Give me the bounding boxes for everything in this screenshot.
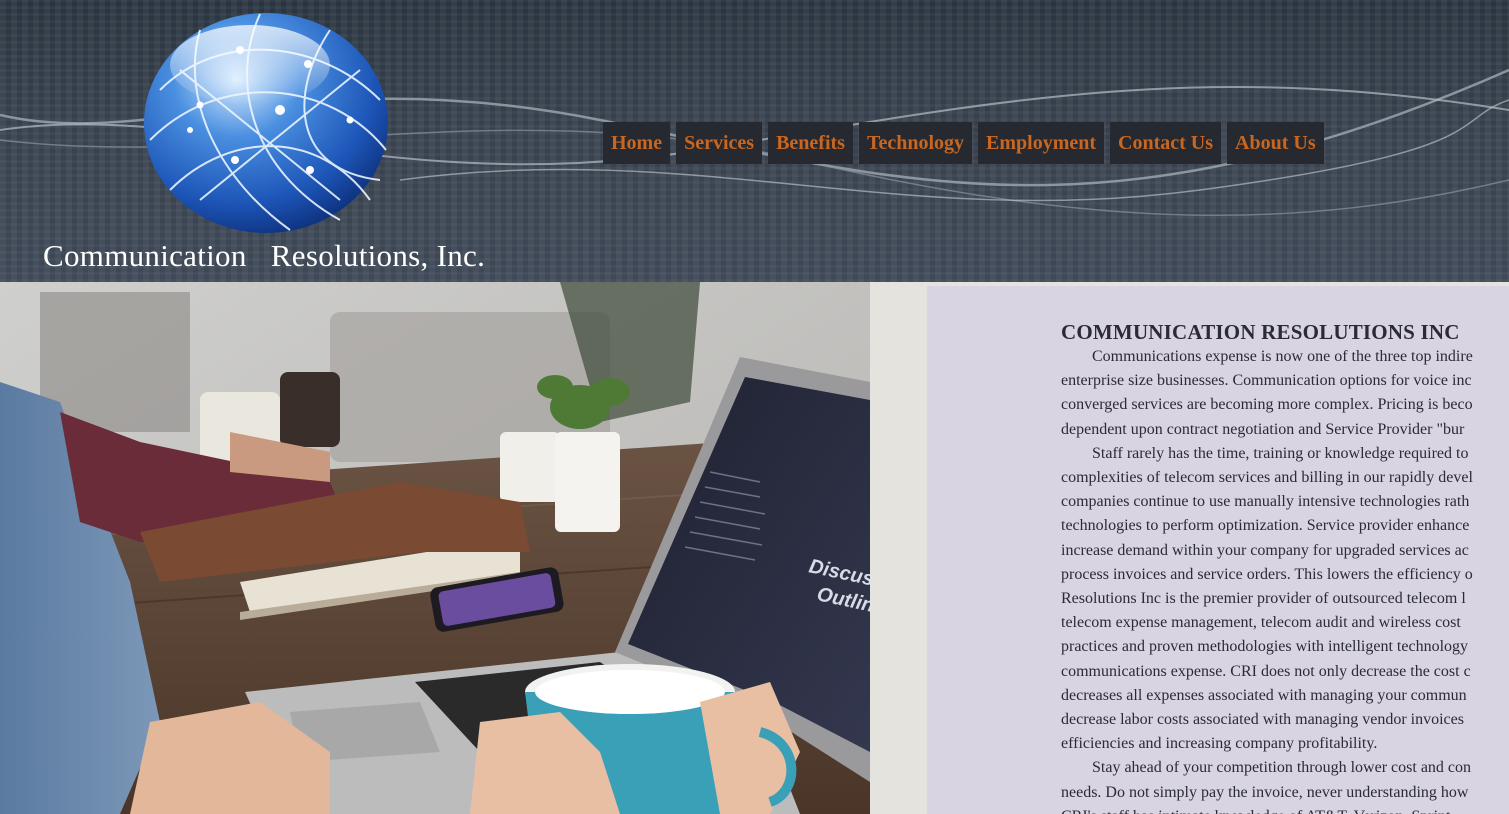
site-header: Communication Resolutions, Inc. Home Ser…	[0, 0, 1509, 282]
nav-item-about-us[interactable]: About Us	[1227, 122, 1324, 164]
paragraph-line: practices and proven methodologies with …	[1061, 638, 1469, 656]
nav-item-services[interactable]: Services	[676, 122, 763, 164]
paragraph-line: efficiencies and increasing company prof…	[1061, 735, 1378, 753]
content-gutter	[870, 282, 927, 814]
intro-heading: COMMUNICATION RESOLUTIONS INC	[1061, 320, 1460, 344]
nav-item-benefits[interactable]: Benefits	[768, 122, 853, 164]
paragraph-line: decreases all expenses associated with m…	[1061, 686, 1467, 704]
meeting-photo: Discussion Outline	[0, 282, 870, 814]
paragraph-line: decrease labor costs associated with man…	[1061, 711, 1464, 729]
paragraph-line: converged services are becoming more com…	[1061, 396, 1473, 414]
main-nav: Home Services Benefits Technology Employ…	[603, 122, 1330, 164]
company-name: Communication Resolutions, Inc.	[43, 238, 486, 273]
paragraph-line: CRI's staff has intimate knowledge of AT…	[1061, 805, 1509, 814]
meeting-photo-illustration: Discussion Outline	[0, 282, 870, 814]
paragraph-line: telecom expense management, telecom audi…	[1061, 614, 1461, 632]
paragraph-line: communications expense. CRI does not onl…	[1061, 662, 1471, 680]
paragraph-line: increase demand within your company for …	[1061, 541, 1469, 559]
paragraph-line: needs. Do not simply pay the invoice, ne…	[1061, 783, 1469, 801]
nav-item-technology[interactable]: Technology	[858, 122, 973, 164]
paragraph-line: dependent upon contract negotiation and …	[1061, 420, 1465, 438]
paragraph-line: Resolutions Inc is the premier provider …	[1061, 590, 1466, 608]
nav-item-contact-us[interactable]: Contact Us	[1110, 122, 1222, 164]
paragraph-line: Staff rarely has the time, training or k…	[1092, 444, 1469, 462]
paragraph-line: enterprise size businesses. Communicatio…	[1061, 372, 1472, 390]
paragraph-line: Stay ahead of your competition through l…	[1092, 759, 1472, 777]
paragraph-line: technologies to perform optimization. Se…	[1061, 517, 1470, 535]
paragraph-line: companies continue to use manually inten…	[1061, 493, 1470, 511]
paragraph-line: process invoices and service orders. Thi…	[1061, 565, 1473, 583]
globe-logo-icon	[144, 13, 388, 233]
paragraph-line: Communications expense is now one of the…	[1092, 348, 1473, 365]
nav-item-employment[interactable]: Employment	[978, 122, 1105, 164]
paragraph-line: complexities of telecom services and bil…	[1061, 469, 1473, 487]
intro-panel: COMMUNICATION RESOLUTIONS INC Communicat…	[927, 286, 1509, 814]
nav-item-home[interactable]: Home	[603, 122, 671, 164]
